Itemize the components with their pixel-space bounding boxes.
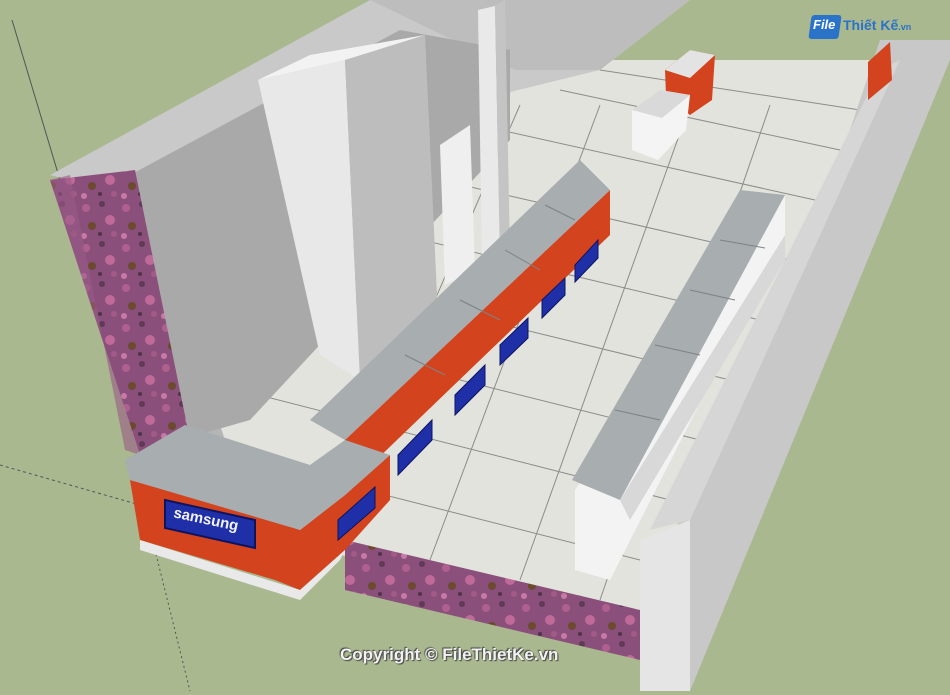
3d-model-viewport[interactable]: samsung File Thiết Kế.vn Copyright © Fil… — [0, 0, 950, 692]
shop-model-drawing: samsung — [0, 0, 950, 692]
filethietke-logo: File Thiết Kế.vn — [808, 12, 920, 42]
right-wall-end — [640, 520, 690, 691]
logo-domain-text: .vn — [898, 22, 912, 32]
logo-file-text: File — [813, 17, 836, 32]
logo-brand-text: Thiết Kế — [843, 17, 899, 33]
axis-line — [0, 464, 141, 506]
logo-rest-text: Thiết Kế.vn — [843, 17, 911, 33]
pillar-recess — [440, 125, 475, 285]
axis-line — [11, 19, 61, 181]
copyright-watermark: Copyright © FileThietKe.vn — [340, 645, 559, 664]
